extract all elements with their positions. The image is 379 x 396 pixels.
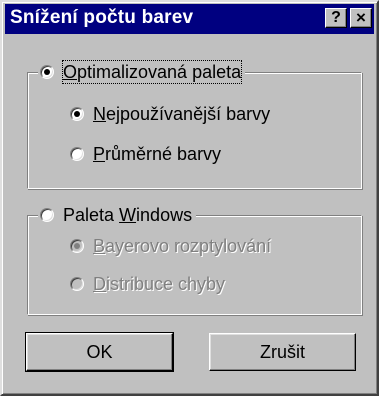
accelerator-key: N bbox=[93, 104, 106, 124]
title-bar[interactable]: Snížení počtu barev ? × bbox=[5, 4, 374, 34]
radio-optimized-palette[interactable]: Optimalizovaná paleta bbox=[38, 60, 246, 84]
close-icon: × bbox=[356, 8, 366, 27]
radio-most-used-colors[interactable]: Nejpoužívanější barvy bbox=[70, 103, 270, 125]
radio-bayer-dithering-indicator bbox=[70, 239, 84, 253]
accelerator-key: D bbox=[93, 274, 106, 294]
cancel-button[interactable]: Zrušit bbox=[209, 333, 356, 371]
radio-most-used-colors-indicator[interactable] bbox=[70, 107, 84, 121]
radio-selected-dot bbox=[74, 243, 80, 249]
label-rest: růměrné barvy bbox=[105, 144, 222, 164]
label-rest: ayerovo rozptylování bbox=[105, 236, 272, 256]
label-rest: ejpoužívanější barvy bbox=[106, 104, 271, 124]
close-button[interactable]: × bbox=[350, 8, 372, 28]
ok-button-label: OK bbox=[86, 341, 113, 362]
radio-windows-palette-label: Paleta Windows bbox=[63, 204, 192, 226]
accelerator-key: W bbox=[119, 205, 137, 225]
radio-error-diffusion: Distribuce chyby bbox=[70, 273, 225, 295]
cancel-button-label: Zrušit bbox=[260, 341, 305, 362]
radio-bayer-dithering-label: Bayerovo rozptylování bbox=[93, 235, 271, 257]
radio-optimized-palette-indicator[interactable] bbox=[40, 65, 54, 79]
help-button[interactable]: ? bbox=[325, 8, 347, 28]
reduce-colors-dialog: Snížení počtu barev ? × Optimalizovaná p… bbox=[0, 0, 379, 396]
optimized-palette-group-frame bbox=[27, 72, 362, 189]
accelerator-key: B bbox=[93, 236, 106, 256]
radio-selected-dot bbox=[44, 69, 50, 75]
accelerator-key: O bbox=[63, 62, 78, 82]
radio-windows-palette-indicator[interactable] bbox=[40, 208, 54, 222]
radio-optimized-palette-label: Optimalizovaná paleta bbox=[61, 60, 243, 84]
dialog-title: Snížení počtu barev bbox=[10, 7, 194, 28]
label-rest: ptimalizovaná paleta bbox=[77, 62, 242, 82]
ok-button[interactable]: OK bbox=[25, 332, 174, 372]
label-rest: istribuce chyby bbox=[106, 274, 226, 294]
radio-windows-palette[interactable]: Paleta Windows bbox=[38, 203, 197, 227]
radio-selected-dot bbox=[74, 111, 80, 117]
accelerator-key: P bbox=[93, 144, 106, 164]
label-rest: indows bbox=[136, 205, 193, 225]
help-icon: ? bbox=[331, 9, 341, 26]
windows-palette-group-frame bbox=[27, 215, 362, 315]
label-prefix: Paleta bbox=[63, 205, 120, 225]
radio-error-diffusion-indicator bbox=[70, 277, 84, 291]
radio-error-diffusion-label: Distribuce chyby bbox=[93, 273, 225, 295]
radio-average-colors-label: Průměrné barvy bbox=[93, 143, 221, 165]
radio-bayer-dithering: Bayerovo rozptylování bbox=[70, 235, 271, 257]
radio-average-colors[interactable]: Průměrné barvy bbox=[70, 143, 221, 165]
radio-average-colors-indicator[interactable] bbox=[70, 147, 84, 161]
radio-most-used-colors-label: Nejpoužívanější barvy bbox=[93, 103, 270, 125]
